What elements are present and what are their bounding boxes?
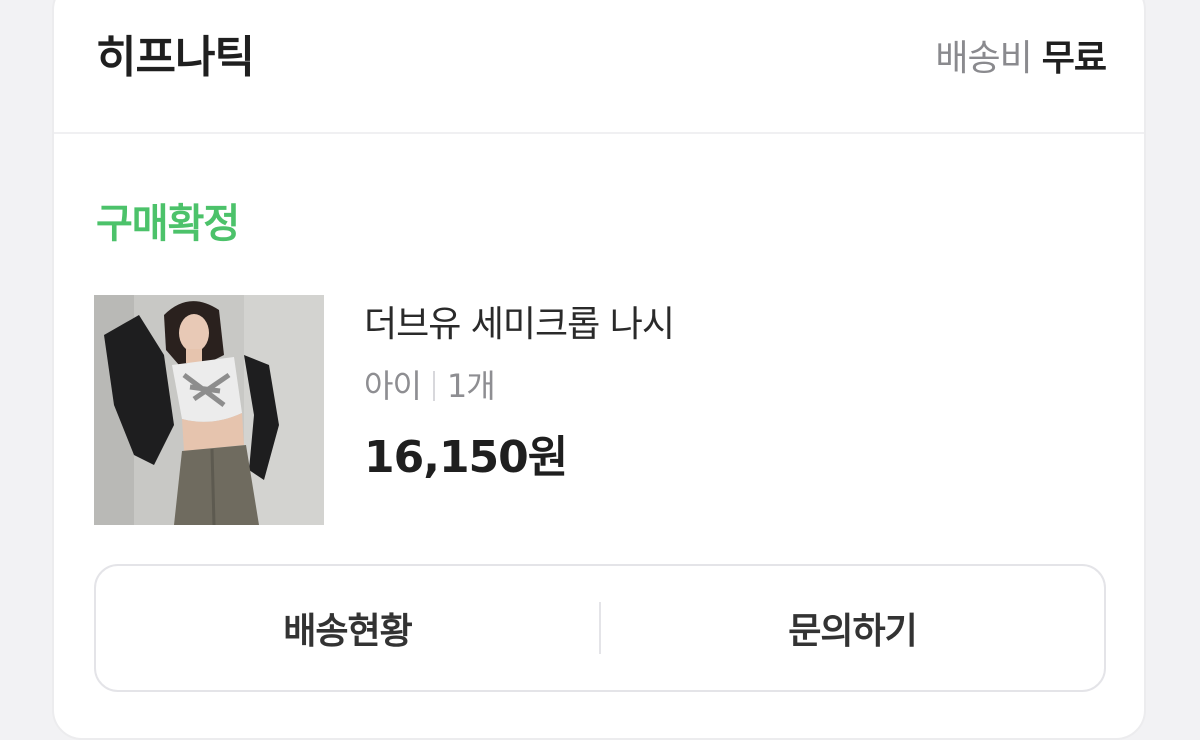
order-actions: 배송현황 문의하기 bbox=[94, 564, 1106, 692]
shipping-fee-label: 배송비 bbox=[935, 38, 1032, 79]
order-card: 히프나틱 배송비 무료 구매확정 더브유 세미크롭 나시 아이 1개 16,15… bbox=[52, 0, 1146, 740]
shipping-fee: 배송비 무료 bbox=[935, 34, 1107, 84]
product-option-row: 아이 1개 bbox=[364, 364, 496, 408]
option-divider bbox=[432, 371, 435, 401]
order-card-header: 히프나틱 배송비 무료 bbox=[54, 2, 1144, 134]
shop-name[interactable]: 히프나틱 bbox=[96, 28, 255, 88]
product-quantity: 1개 bbox=[446, 367, 496, 405]
product-price: 16,150원 bbox=[364, 432, 568, 483]
product-thumbnail[interactable] bbox=[94, 295, 324, 525]
delivery-status-button[interactable]: 배송현황 bbox=[96, 566, 599, 690]
product-option: 아이 bbox=[364, 367, 422, 405]
order-status: 구매확정 bbox=[96, 201, 240, 247]
shipping-fee-value: 무료 bbox=[1041, 38, 1107, 79]
inquiry-button[interactable]: 문의하기 bbox=[601, 566, 1104, 690]
product-name[interactable]: 더브유 세미크롭 나시 bbox=[364, 300, 675, 350]
product-photo-icon bbox=[94, 295, 324, 525]
